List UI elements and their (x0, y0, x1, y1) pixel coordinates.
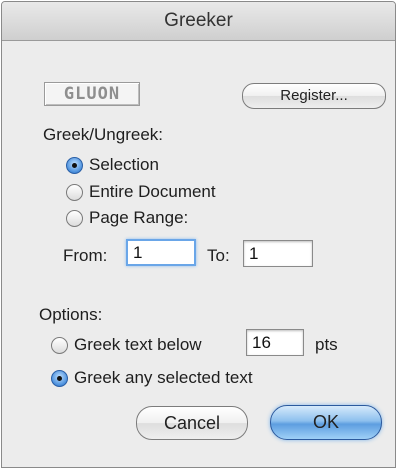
radio-greek-any-selected[interactable]: Greek any selected text (51, 368, 253, 388)
radio-selected-icon (66, 156, 83, 174)
to-page-input[interactable] (243, 240, 313, 267)
greek-any-selected-label: Greek any selected text (74, 368, 253, 387)
radio-page-range[interactable]: Page Range: (66, 208, 188, 228)
to-label: To: (207, 246, 230, 265)
radio-selection-label: Selection (89, 155, 159, 174)
pts-unit-label: pts (315, 335, 338, 354)
title-bar[interactable]: Greeker (2, 2, 395, 41)
greek-ungreek-heading: Greek/Ungreek: (43, 125, 163, 144)
radio-selected-icon (51, 369, 68, 387)
radio-entire-document[interactable]: Entire Document (66, 182, 216, 202)
cancel-button[interactable]: Cancel (136, 406, 248, 440)
radio-unselected-icon (66, 183, 83, 201)
greek-text-below-label: Greek text below (74, 335, 202, 354)
ok-button[interactable]: OK (270, 405, 382, 440)
window-title: Greeker (164, 10, 233, 31)
radio-page-range-label: Page Range: (89, 208, 189, 227)
gluon-logo: GLUON (44, 82, 140, 106)
pts-threshold-input[interactable] (246, 329, 304, 356)
radio-entire-document-label: Entire Document (89, 182, 216, 201)
from-label: From: (63, 246, 108, 265)
radio-unselected-icon (51, 336, 68, 354)
from-page-input[interactable] (126, 239, 196, 266)
radio-unselected-icon (66, 209, 83, 227)
radio-greek-text-below[interactable]: Greek text below (51, 335, 202, 355)
options-heading: Options: (39, 305, 103, 324)
radio-selection[interactable]: Selection (66, 155, 159, 175)
register-button[interactable]: Register... (242, 83, 386, 109)
greeker-dialog: Greeker GLUON Register... Greek/Ungreek:… (1, 1, 396, 468)
